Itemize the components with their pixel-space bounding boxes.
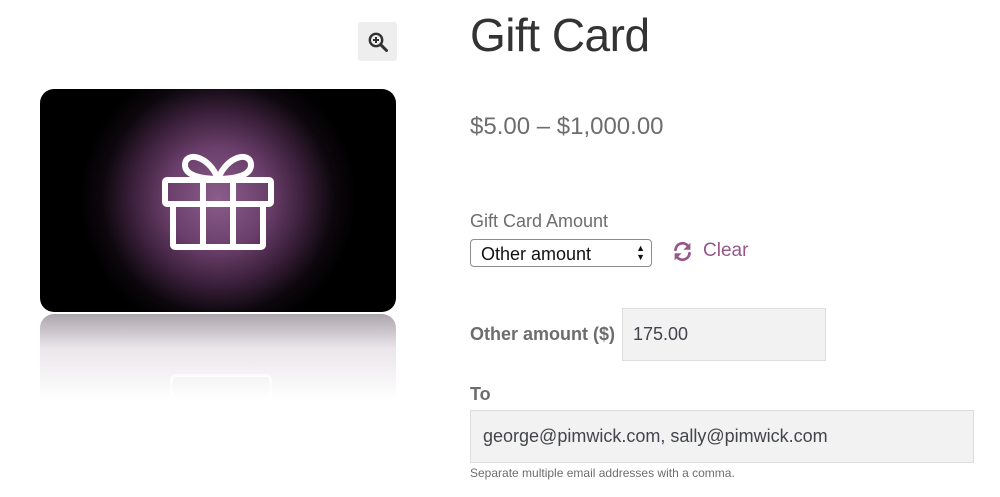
gift-card-amount-select[interactable]: Other amount ▲ ▼ bbox=[470, 239, 652, 267]
gift-card-reflection bbox=[40, 314, 396, 400]
clear-label: Clear bbox=[703, 240, 749, 261]
select-arrows-icon: ▲ ▼ bbox=[636, 243, 645, 262]
refresh-icon bbox=[674, 241, 691, 261]
zoom-in-icon bbox=[368, 32, 388, 52]
product-price: $5.00 – $1,000.00 bbox=[470, 113, 664, 140]
zoom-button[interactable] bbox=[358, 22, 397, 61]
gift-icon-reflection bbox=[170, 374, 272, 400]
to-hint: Separate multiple email addresses with a… bbox=[470, 466, 735, 480]
clear-button[interactable]: Clear bbox=[672, 240, 748, 262]
product-title: Gift Card bbox=[470, 9, 650, 61]
to-label: To bbox=[470, 384, 491, 404]
gift-card-image[interactable] bbox=[40, 89, 396, 312]
gift-icon bbox=[162, 153, 274, 250]
gift-card-amount-label: Gift Card Amount bbox=[470, 211, 609, 231]
other-amount-input[interactable]: 175.00 bbox=[622, 308, 826, 361]
other-amount-label: Other amount ($) bbox=[470, 324, 616, 344]
to-email-input[interactable]: george@pimwick.com, sally@pimwick.com bbox=[470, 410, 974, 463]
select-value: Other amount bbox=[481, 244, 592, 264]
